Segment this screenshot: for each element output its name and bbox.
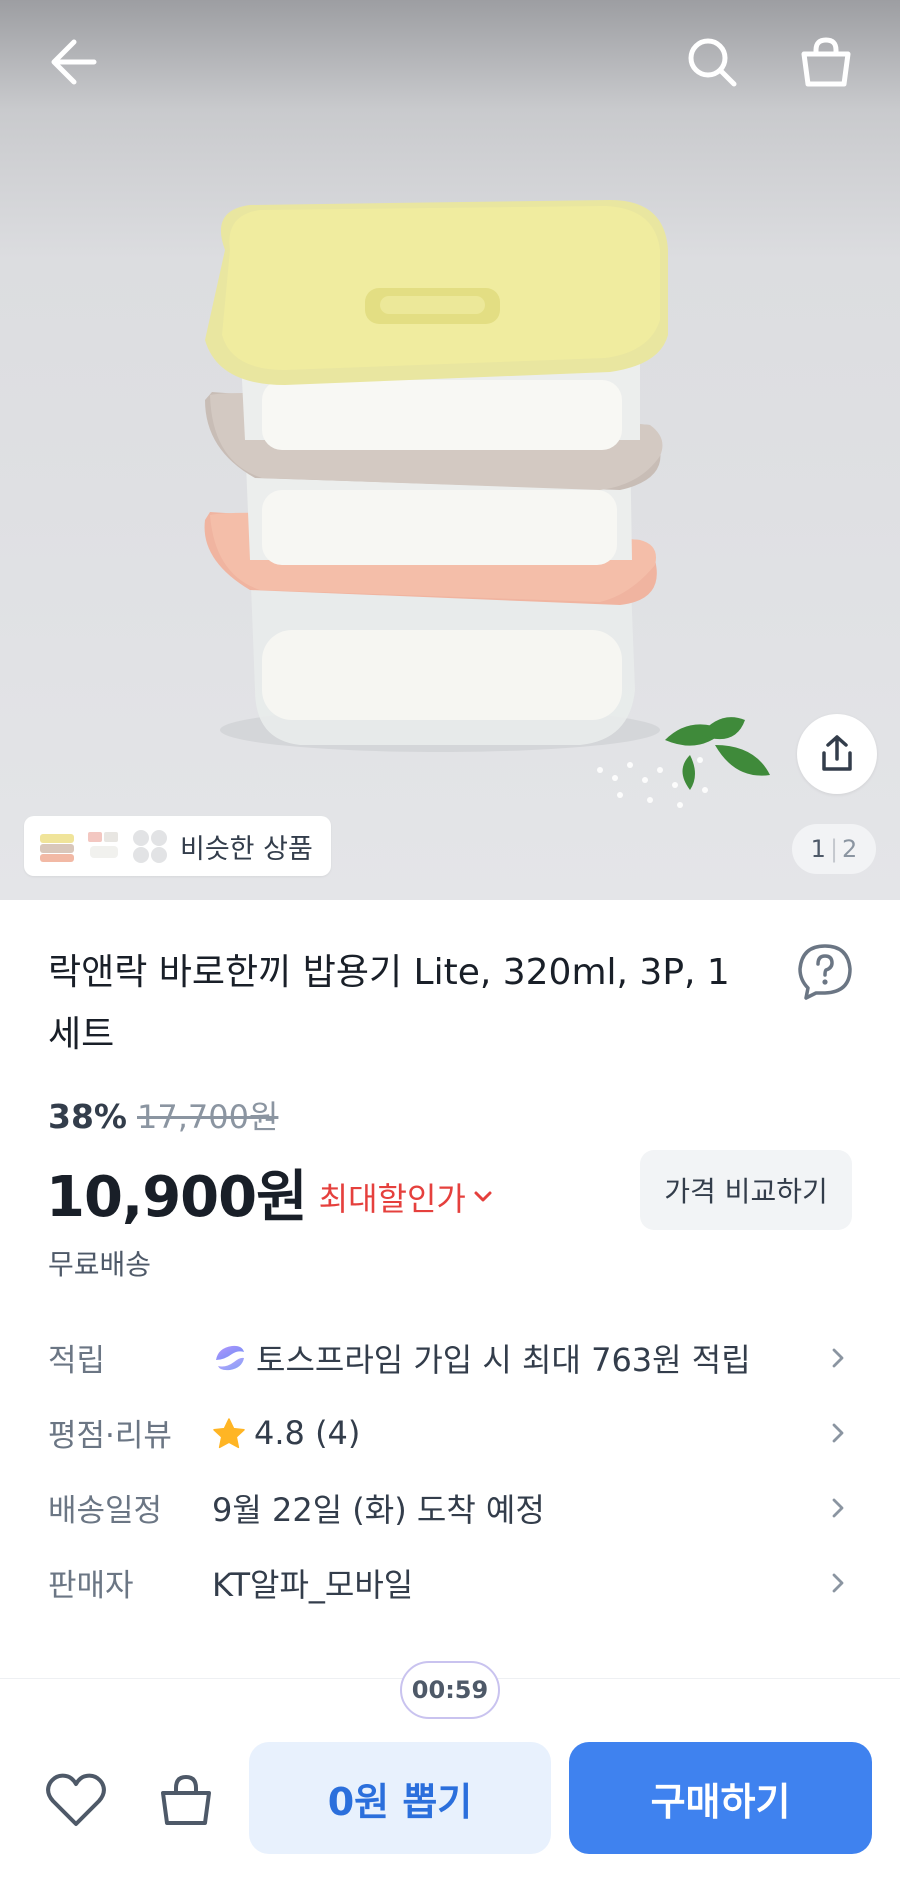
product-photo — [204, 200, 770, 808]
info-key: 판매자 — [48, 1568, 134, 1604]
similar-products-label: 비슷한 상품 — [180, 833, 313, 865]
chevron-right-icon — [832, 1498, 844, 1517]
info-key: 평점·리뷰 — [48, 1418, 172, 1454]
image-pager: 1 | 2 — [792, 824, 876, 874]
discount-rate: 38% — [48, 1097, 127, 1136]
info-value: KT알파_모바일 — [212, 1560, 413, 1606]
discount-row: 38% 17,700원 — [48, 1092, 278, 1138]
price-row: 10,900원 최대할인가 — [46, 1152, 500, 1233]
cart-button[interactable] — [794, 30, 858, 94]
info-row-seller[interactable]: 판매자 KT알파_모바일 — [0, 1545, 900, 1620]
back-arrow-icon — [51, 39, 97, 85]
chevron-right-icon — [832, 1348, 844, 1367]
toss-prime-icon — [216, 1345, 244, 1370]
original-price: 17,700원 — [137, 1098, 279, 1136]
share-button[interactable] — [797, 714, 877, 794]
info-value: 토스프라임 가입 시 최대 763원 적립 — [212, 1335, 751, 1381]
info-row-rating[interactable]: 평점·리뷰 4.8 (4) — [0, 1395, 900, 1470]
info-list: 적립 토스프라임 가입 시 최대 763원 적립 평점·리뷰 4.8 (4) 배… — [0, 1320, 900, 1620]
search-button[interactable] — [680, 30, 744, 94]
heart-icon — [46, 1773, 106, 1826]
shopping-bag-icon — [161, 1774, 211, 1825]
info-value: 4.8 (4) — [212, 1414, 360, 1452]
chevron-right-icon — [832, 1573, 844, 1592]
add-to-cart-button[interactable] — [154, 1768, 218, 1832]
info-value: 9월 22일 (화) 도착 예정 — [212, 1485, 545, 1531]
shopping-bag-icon — [801, 37, 851, 87]
info-key: 적립 — [48, 1343, 106, 1379]
max-discount-label: 최대할인가 — [318, 1179, 466, 1218]
similar-thumb-2 — [88, 832, 118, 858]
share-icon — [822, 735, 852, 771]
info-row-delivery[interactable]: 배송일정 9월 22일 (화) 도착 예정 — [0, 1470, 900, 1545]
chevron-down-icon — [474, 1191, 492, 1201]
search-icon — [688, 38, 737, 87]
similar-products-button[interactable]: 비슷한 상품 — [24, 816, 331, 876]
product-title: 락앤락 바로한끼 밥용기 Lite, 320ml, 3P, 1세트 — [48, 952, 730, 1055]
top-bar — [0, 0, 900, 130]
info-key: 배송일정 — [48, 1493, 163, 1529]
star-icon — [213, 1417, 245, 1448]
draw-timer-badge: 00:59 — [400, 1661, 500, 1719]
info-row-points[interactable]: 적립 토스프라임 가입 시 최대 763원 적립 — [0, 1320, 900, 1395]
question-bubble-icon[interactable] — [796, 942, 854, 1000]
pager-total: 2 — [842, 835, 858, 863]
similar-thumbnails — [38, 828, 170, 864]
zero-won-draw-button[interactable]: 0원 뽑기 — [249, 1742, 551, 1854]
pager-separator: | — [829, 835, 839, 863]
chevron-right-icon — [832, 1423, 844, 1442]
points-text: 토스프라임 가입 시 최대 763원 적립 — [256, 1340, 751, 1379]
seller-text: KT알파_모바일 — [212, 1565, 414, 1604]
pager-current: 1 — [810, 835, 826, 863]
product-image-carousel[interactable]: 비슷한 상품 1 | 2 — [0, 0, 900, 900]
shipping-info: 무료배송 — [48, 1248, 152, 1281]
wishlist-button[interactable] — [44, 1768, 108, 1832]
delivery-text: 9월 22일 (화) 도착 예정 — [212, 1490, 545, 1529]
similar-thumb-3 — [133, 830, 167, 863]
rating-text: 4.8 (4) — [254, 1413, 361, 1452]
sale-price: 10,900원 — [46, 1165, 308, 1230]
compare-price-button[interactable]: 가격 비교하기 — [640, 1150, 852, 1230]
back-button[interactable] — [42, 30, 106, 94]
max-discount-toggle[interactable]: 최대할인가 — [319, 1174, 500, 1220]
buy-button[interactable]: 구매하기 — [569, 1742, 872, 1854]
similar-thumb-1 — [40, 834, 74, 862]
